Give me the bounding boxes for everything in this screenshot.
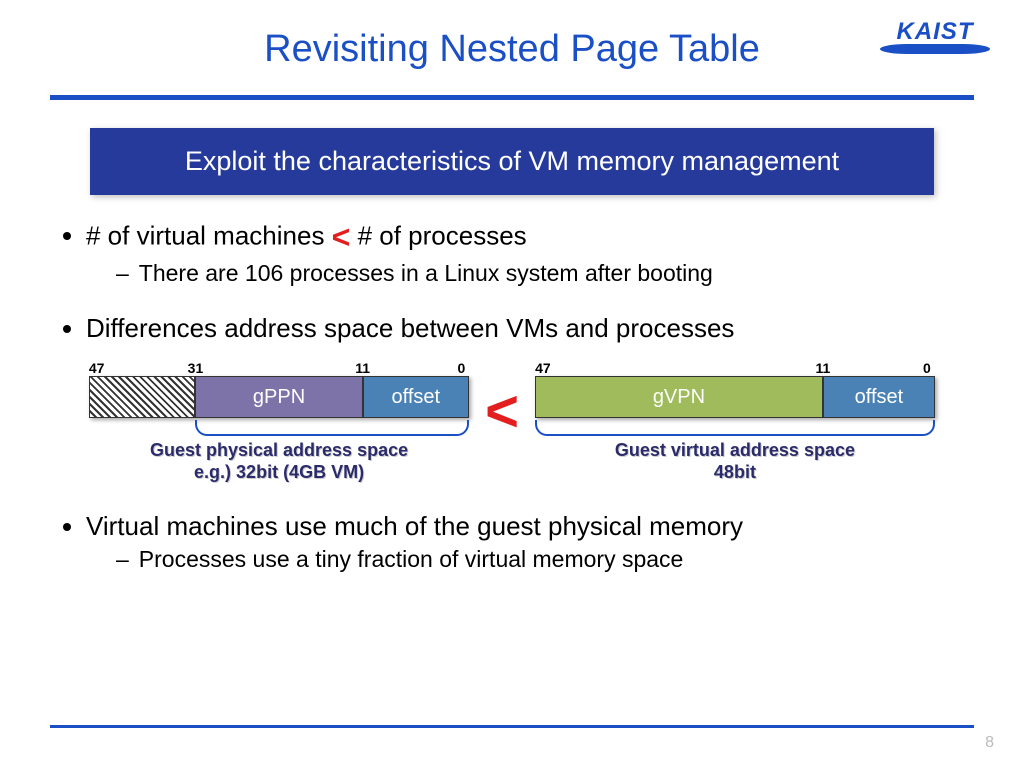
left-seg-hatched bbox=[89, 376, 195, 418]
sublist-3: Processes use a tiny fraction of virtual… bbox=[86, 546, 974, 573]
left-addr-bar: gPPN offset bbox=[89, 376, 469, 418]
bullet-list-2: Virtual machines use much of the guest p… bbox=[50, 511, 974, 573]
bit-47: 47 bbox=[89, 360, 105, 376]
bullet-1: # of virtual machines < # of processes T… bbox=[86, 219, 974, 287]
less-than-icon: < bbox=[332, 219, 351, 255]
bullet-1-pre: # of virtual machines bbox=[86, 220, 332, 250]
bit-0: 0 bbox=[458, 360, 466, 376]
left-bit-labels: 47 31 11 0 bbox=[89, 360, 469, 376]
title-divider bbox=[50, 95, 974, 100]
sub-3: Processes use a tiny fraction of virtual… bbox=[116, 546, 974, 573]
sublist-1: There are 106 processes in a Linux syste… bbox=[86, 260, 974, 287]
bullet-3-text: Virtual machines use much of the guest p… bbox=[86, 511, 743, 541]
bullet-3: Virtual machines use much of the guest p… bbox=[86, 511, 974, 573]
sub-1: There are 106 processes in a Linux syste… bbox=[116, 260, 974, 287]
right-caption: Guest virtual address space 48bit bbox=[615, 440, 855, 483]
bit-47: 47 bbox=[535, 360, 551, 376]
bullet-list: # of virtual machines < # of processes T… bbox=[50, 219, 974, 344]
right-seg-gvpn: gVPN bbox=[535, 376, 823, 418]
left-caption-l1: Guest physical address space bbox=[150, 440, 408, 460]
right-caption-l2: 48bit bbox=[714, 462, 756, 482]
left-seg-offset: offset bbox=[363, 376, 469, 418]
right-seg-offset: offset bbox=[823, 376, 935, 418]
left-bracket-icon bbox=[195, 420, 469, 436]
guest-virtual-block: 47 11 0 gVPN offset Guest virtual addres… bbox=[535, 360, 935, 483]
footer-divider bbox=[50, 725, 974, 728]
bit-31: 31 bbox=[188, 360, 204, 376]
banner: Exploit the characteristics of VM memory… bbox=[90, 128, 934, 195]
bullet-2: Differences address space between VMs an… bbox=[86, 313, 974, 344]
bit-0: 0 bbox=[923, 360, 931, 376]
bullet-1-post: # of processes bbox=[350, 220, 526, 250]
address-diagram: 47 31 11 0 gPPN offset Guest physical ad… bbox=[50, 360, 974, 483]
left-seg-gppn: gPPN bbox=[195, 376, 362, 418]
kaist-logo: KAIST bbox=[880, 18, 990, 54]
bit-11: 11 bbox=[355, 360, 370, 376]
right-addr-bar: gVPN offset bbox=[535, 376, 935, 418]
compare-less-than-icon: < bbox=[481, 383, 523, 441]
right-bit-labels: 47 11 0 bbox=[535, 360, 935, 376]
logo-swoosh-icon bbox=[880, 44, 990, 54]
right-bracket-icon bbox=[535, 420, 935, 436]
left-caption: Guest physical address space e.g.) 32bit… bbox=[150, 440, 408, 483]
bit-11: 11 bbox=[816, 360, 831, 376]
right-caption-l1: Guest virtual address space bbox=[615, 440, 855, 460]
page-number: 8 bbox=[985, 734, 994, 752]
slide-title: Revisiting Nested Page Table bbox=[50, 28, 974, 71]
slide: KAIST Revisiting Nested Page Table Explo… bbox=[0, 0, 1024, 768]
guest-physical-block: 47 31 11 0 gPPN offset Guest physical ad… bbox=[89, 360, 469, 483]
left-caption-l2: e.g.) 32bit (4GB VM) bbox=[194, 462, 364, 482]
logo-text: KAIST bbox=[897, 18, 974, 46]
